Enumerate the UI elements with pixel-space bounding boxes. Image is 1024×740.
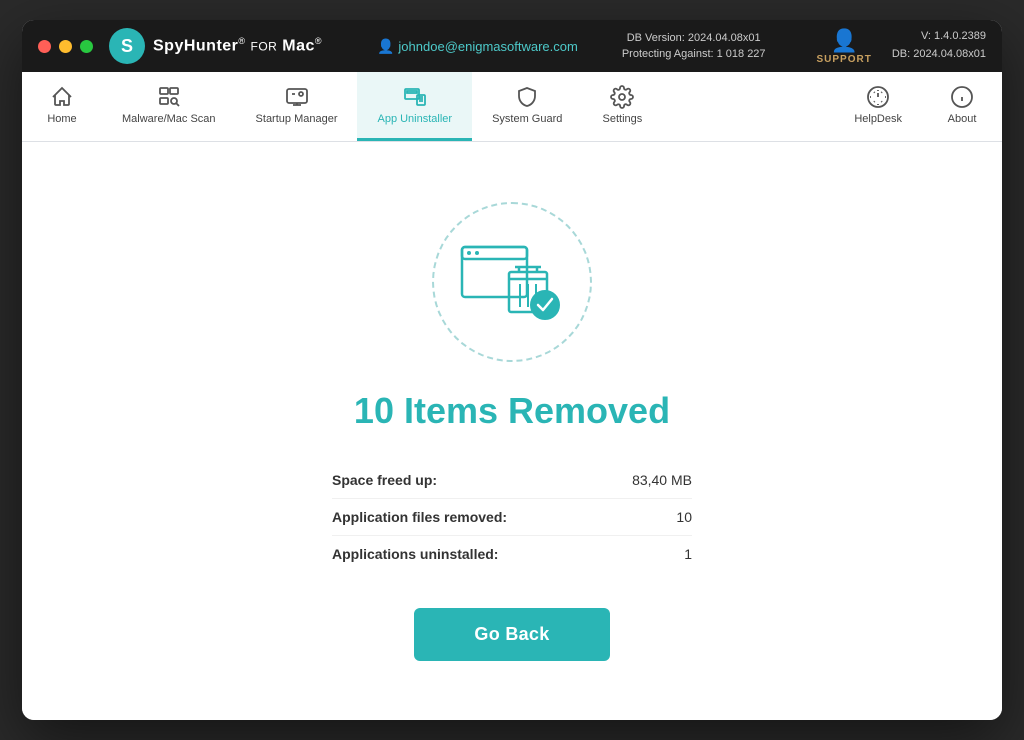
db-info: DB Version: 2024.04.08x01 Protecting Aga… xyxy=(622,30,766,63)
nav-bar: Home Malware/Mac Scan Startup Manager xyxy=(22,72,1002,142)
nav-label-systemguard: System Guard xyxy=(492,113,562,125)
app-version: V: 1.4.0.2389 xyxy=(892,28,986,46)
spyhunter-logo-icon: S xyxy=(109,28,145,64)
user-icon: 👤 xyxy=(377,38,394,55)
main-content: 10 Items Removed Space freed up: 83,40 M… xyxy=(22,142,1002,720)
support-icon: 👤 xyxy=(830,28,857,54)
nav-item-settings[interactable]: Settings xyxy=(582,72,662,141)
systemguard-icon xyxy=(515,85,539,109)
nav-label-uninstaller: App Uninstaller xyxy=(377,113,452,125)
support-label: SUPPORT xyxy=(816,54,871,65)
nav-label-helpdesk: HelpDesk xyxy=(854,113,902,125)
nav-label-startup: Startup Manager xyxy=(256,113,338,125)
nav-right: HelpDesk About xyxy=(834,72,1002,141)
nav-item-malware[interactable]: Malware/Mac Scan xyxy=(102,72,236,141)
title-bar-center: 👤 johndoe@enigmasoftware.com DB Version:… xyxy=(346,30,796,63)
nav-label-about: About xyxy=(948,113,977,125)
version-info: V: 1.4.0.2389 DB: 2024.04.08x01 xyxy=(892,28,986,63)
logo-area: S SpyHunter® FOR Mac® xyxy=(109,28,322,64)
stats-value-apps: 1 xyxy=(684,546,692,562)
nav-spacer xyxy=(662,72,834,141)
support-button[interactable]: 👤 SUPPORT xyxy=(816,28,871,65)
app-name: SpyHunter® FOR Mac® xyxy=(153,36,322,55)
protecting-against: Protecting Against: 1 018 227 xyxy=(622,46,766,63)
startup-icon xyxy=(285,85,309,109)
settings-icon xyxy=(610,85,634,109)
go-back-button[interactable]: Go Back xyxy=(414,608,609,661)
nav-item-about[interactable]: About xyxy=(922,72,1002,141)
stats-value-files: 10 xyxy=(676,509,692,525)
stats-table: Space freed up: 83,40 MB Application fil… xyxy=(332,462,692,572)
nav-item-helpdesk[interactable]: HelpDesk xyxy=(834,72,922,141)
title-bar: S SpyHunter® FOR Mac® 👤 johndoe@enigmaso… xyxy=(22,20,1002,72)
stats-label-files: Application files removed: xyxy=(332,509,507,525)
maximize-button[interactable] xyxy=(80,40,93,53)
nav-item-home[interactable]: Home xyxy=(22,72,102,141)
about-icon xyxy=(950,85,974,109)
nav-label-settings: Settings xyxy=(603,113,643,125)
result-icon-container xyxy=(432,202,592,362)
stats-label-space: Space freed up: xyxy=(332,472,437,488)
user-email: johndoe@enigmasoftware.com xyxy=(398,39,577,54)
uninstaller-icon xyxy=(403,85,427,109)
items-removed-title: 10 Items Removed xyxy=(354,390,670,432)
stats-label-apps: Applications uninstalled: xyxy=(332,546,498,562)
nav-label-home: Home xyxy=(47,113,76,125)
db-version: DB Version: 2024.04.08x01 xyxy=(622,30,766,47)
home-icon xyxy=(50,85,74,109)
nav-item-systemguard[interactable]: System Guard xyxy=(472,72,582,141)
helpdesk-icon xyxy=(866,85,890,109)
nav-item-uninstaller[interactable]: App Uninstaller xyxy=(357,72,472,141)
app-window: S SpyHunter® FOR Mac® 👤 johndoe@enigmaso… xyxy=(22,20,1002,720)
stats-row-apps: Applications uninstalled: 1 xyxy=(332,536,692,572)
nav-label-malware: Malware/Mac Scan xyxy=(122,113,216,125)
nav-item-startup[interactable]: Startup Manager xyxy=(236,72,358,141)
stats-value-space: 83,40 MB xyxy=(632,472,692,488)
close-button[interactable] xyxy=(38,40,51,53)
stats-row-files: Application files removed: 10 xyxy=(332,499,692,536)
db-version-short: DB: 2024.04.08x01 xyxy=(892,46,986,64)
svg-text:S: S xyxy=(121,36,133,56)
stats-row-space: Space freed up: 83,40 MB xyxy=(332,462,692,499)
uninstall-result-icon xyxy=(457,237,567,327)
malware-icon xyxy=(157,85,181,109)
window-controls xyxy=(38,40,93,53)
minimize-button[interactable] xyxy=(59,40,72,53)
